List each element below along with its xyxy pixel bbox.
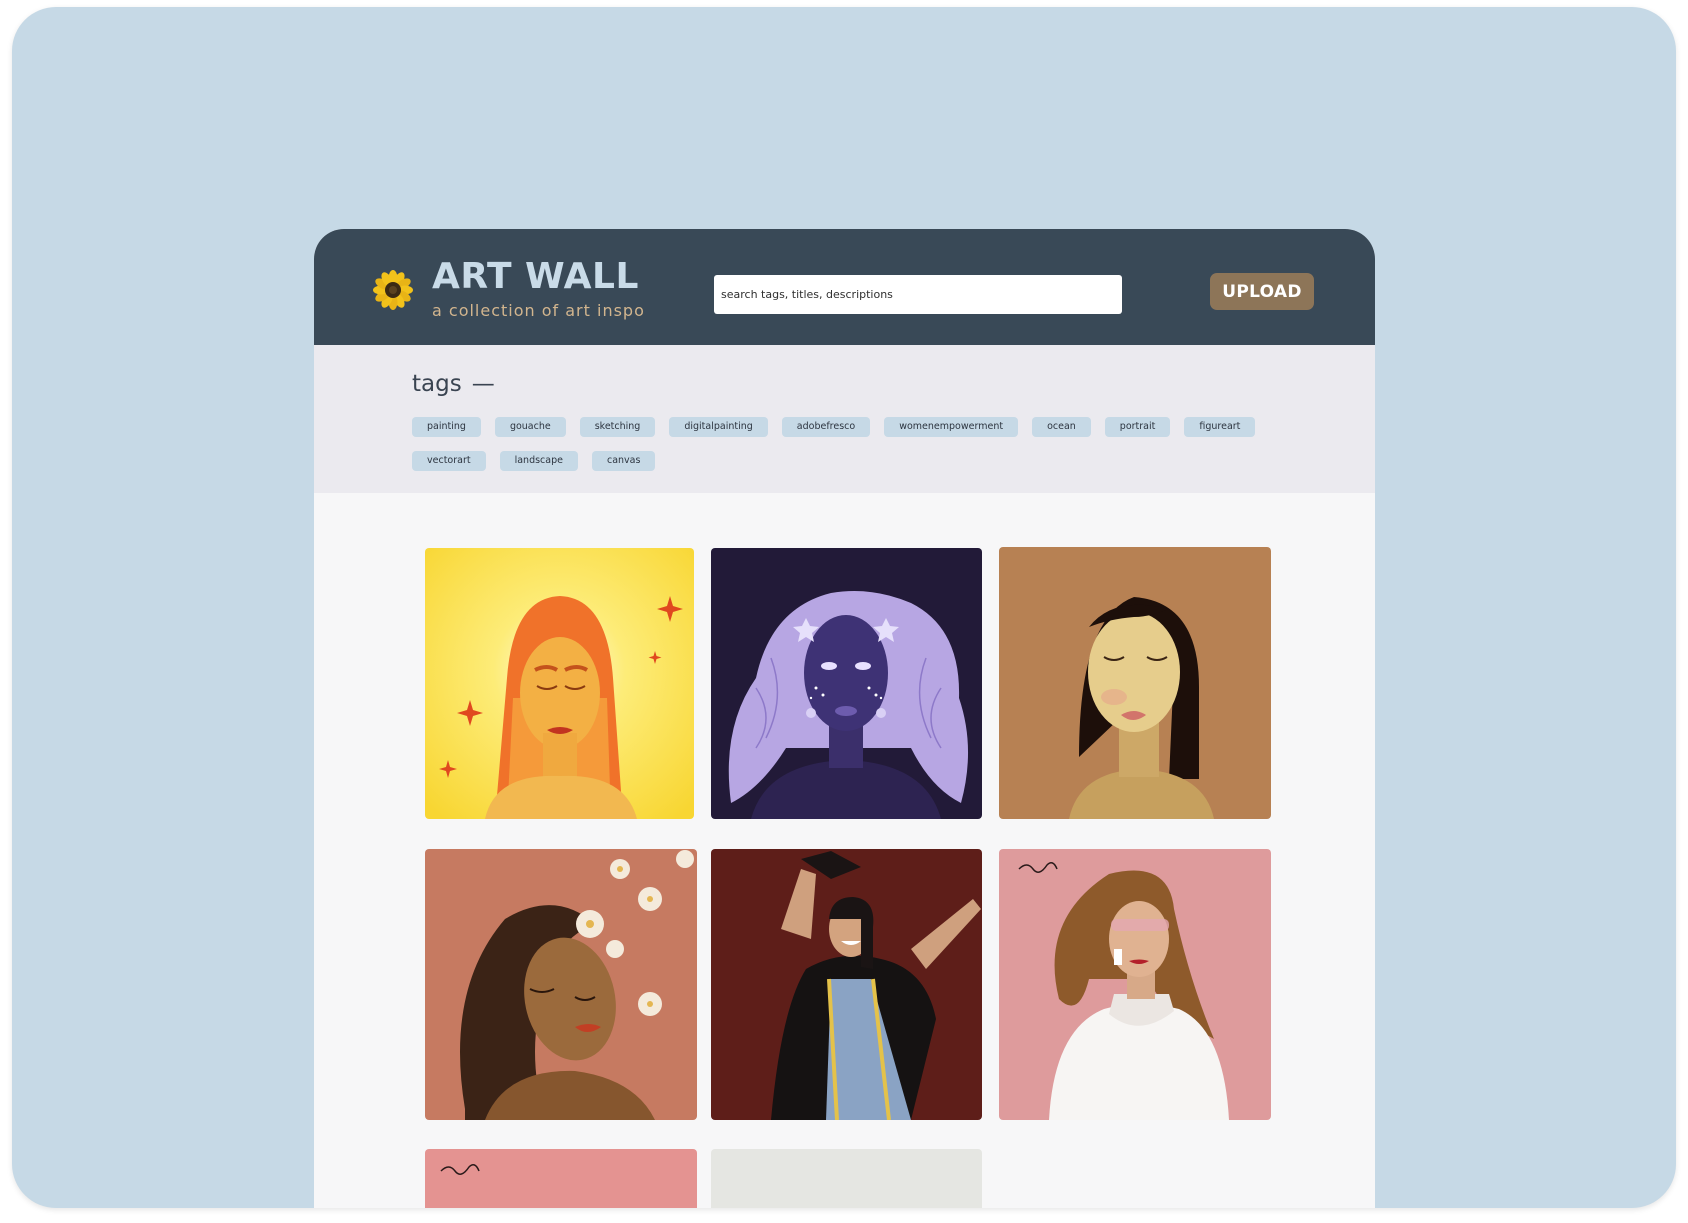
tag-chip[interactable]: vectorart bbox=[412, 451, 486, 471]
tag-chip[interactable]: figureart bbox=[1184, 417, 1256, 437]
tags-heading: tags — bbox=[412, 369, 495, 399]
art-wall-window: ART WALL a collection of art inspo UPLOA… bbox=[314, 229, 1375, 1208]
tag-chip[interactable]: portrait bbox=[1104, 417, 1171, 437]
app-subtitle: a collection of art inspo bbox=[432, 301, 645, 320]
tag-chip[interactable]: sketching bbox=[579, 417, 656, 437]
sunflower-icon[interactable] bbox=[372, 269, 414, 311]
tag-chip[interactable]: canvas bbox=[591, 451, 656, 471]
tag-chip[interactable]: ocean bbox=[1032, 417, 1091, 437]
starry-lavender-hair-portrait-artwork[interactable] bbox=[711, 548, 982, 819]
tag-chip[interactable]: painting bbox=[412, 417, 481, 437]
flowers-in-hair-portrait-artwork[interactable] bbox=[425, 849, 697, 1120]
sunburst-portrait-artwork[interactable] bbox=[425, 548, 694, 819]
app-title: ART WALL bbox=[432, 256, 639, 297]
tags-heading-label: tags bbox=[412, 371, 462, 397]
tag-chip[interactable]: adobefresco bbox=[781, 417, 871, 437]
closed-eyes-portrait-artwork[interactable] bbox=[999, 547, 1271, 819]
tags-collapse-toggle[interactable]: — bbox=[472, 371, 495, 397]
tags-section: tags — painting gouache sketching digital… bbox=[314, 345, 1375, 493]
upload-button[interactable]: UPLOAD bbox=[1210, 273, 1314, 310]
tag-list: painting gouache sketching digitalpainti… bbox=[412, 417, 1282, 471]
graduation-portrait-artwork[interactable] bbox=[711, 849, 982, 1120]
white-sweater-portrait-artwork[interactable] bbox=[999, 849, 1271, 1120]
tag-chip[interactable]: gouache bbox=[494, 417, 566, 437]
header: ART WALL a collection of art inspo UPLOA… bbox=[314, 229, 1375, 345]
tag-chip[interactable]: digitalpainting bbox=[669, 417, 768, 437]
tag-chip[interactable]: landscape bbox=[499, 451, 578, 471]
app-frame: ART WALL a collection of art inspo UPLOA… bbox=[12, 7, 1676, 1208]
search-input[interactable] bbox=[714, 275, 1122, 314]
pink-portrait-artwork[interactable] bbox=[425, 1149, 697, 1208]
tag-chip[interactable]: womenempowerment bbox=[884, 417, 1019, 437]
grey-artwork[interactable] bbox=[711, 1149, 982, 1208]
